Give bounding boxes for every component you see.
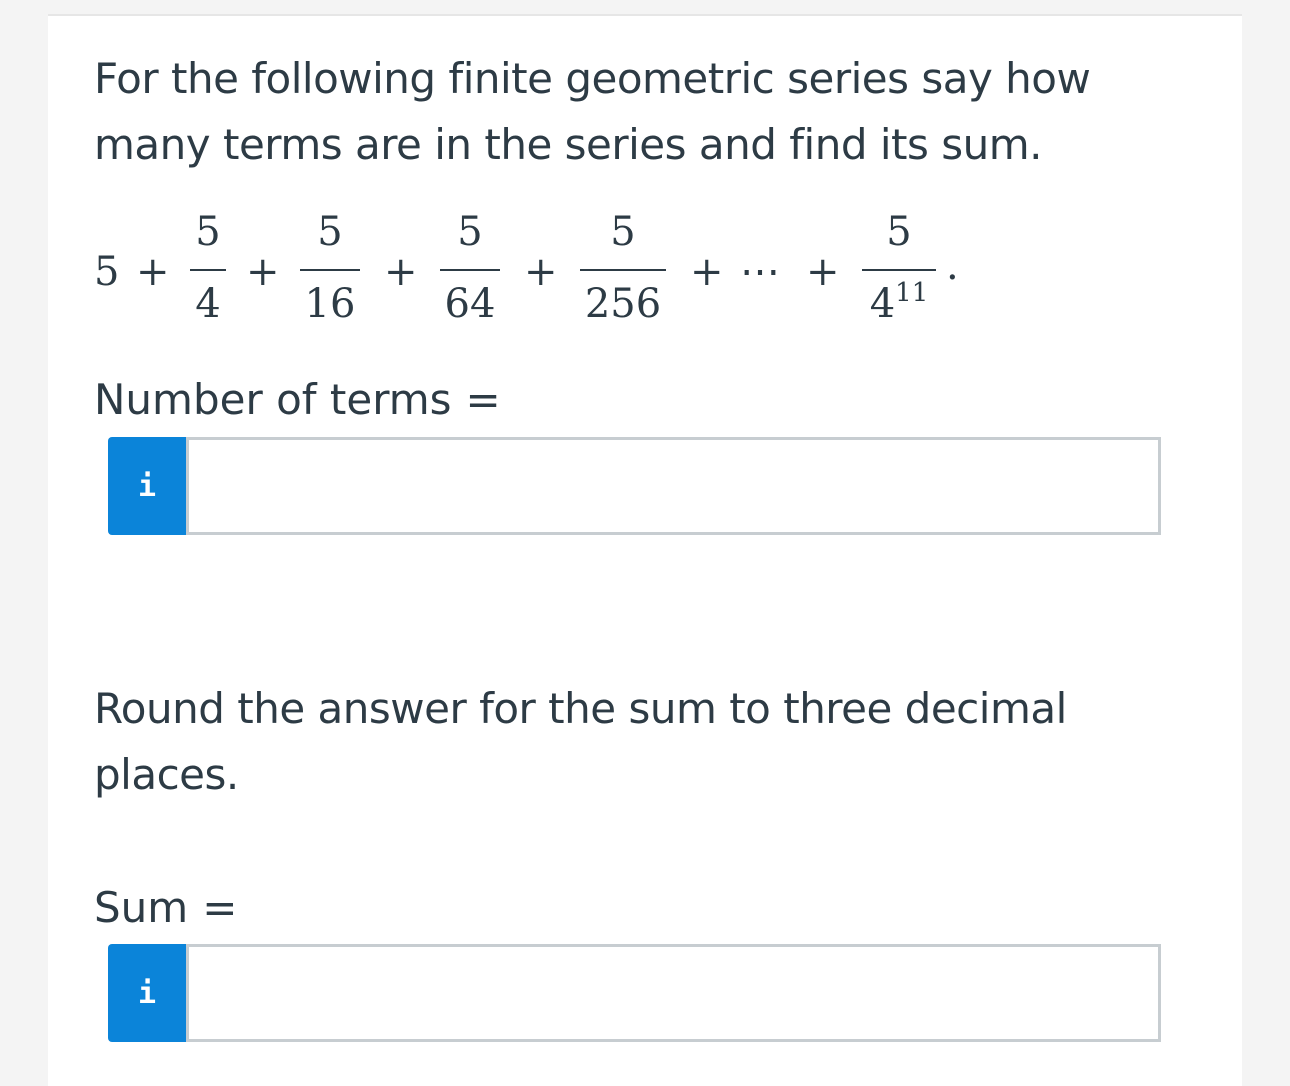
info-button[interactable]: i (108, 437, 186, 535)
plus-sign: + (524, 249, 558, 295)
series-expression: 5 + 5 4 + 5 16 + 5 64 + 5 256 + ⋯ + 5 41… (94, 206, 994, 336)
fraction-term: 5 4 (190, 206, 226, 336)
fraction-denominator: 411 (862, 280, 936, 327)
fraction-term: 5 64 (440, 206, 500, 336)
ellipsis: ⋯ (740, 249, 780, 295)
fraction-bar (862, 269, 936, 271)
fraction-term: 5 16 (300, 206, 360, 336)
sum-input[interactable] (186, 944, 1161, 1042)
plus-sign: + (246, 249, 280, 295)
equals-sign: = (202, 883, 238, 932)
plus-sign: + (806, 249, 840, 295)
fraction-denominator: 4 (195, 281, 221, 327)
fraction-term: 5 256 (580, 206, 666, 336)
fraction-denominator: 64 (444, 281, 496, 327)
terms-input[interactable] (186, 437, 1161, 535)
sum-answer-row: i (108, 944, 1161, 1042)
fraction-numerator: 5 (886, 209, 912, 255)
fraction-bar (580, 269, 666, 271)
fraction-bar (440, 269, 500, 271)
terms-label-text: Number of terms (94, 375, 452, 424)
info-button[interactable]: i (108, 944, 186, 1042)
plus-sign: + (690, 249, 724, 295)
terms-answer-row: i (108, 437, 1161, 535)
period: . (946, 243, 959, 289)
plus-sign: + (384, 249, 418, 295)
fraction-term: 5 411 (862, 206, 936, 336)
fraction-denominator: 16 (304, 281, 356, 327)
lead-term: 5 (94, 249, 120, 295)
fraction-numerator: 5 (457, 209, 483, 255)
fraction-numerator: 5 (195, 209, 221, 255)
info-icon: i (137, 975, 157, 1011)
sum-label-text: Sum (94, 883, 189, 932)
plus-sign: + (136, 249, 170, 295)
fraction-numerator: 5 (317, 209, 343, 255)
info-icon: i (137, 468, 157, 504)
fraction-bar (190, 269, 226, 271)
question-prompt: For the following finite geometric serie… (94, 54, 1091, 169)
fraction-numerator: 5 (610, 209, 636, 255)
rounding-note: Round the answer for the sum to three de… (94, 684, 1067, 799)
terms-label: Number of terms = (94, 372, 501, 428)
fraction-bar (300, 269, 360, 271)
denominator-base: 4 (869, 281, 896, 327)
equals-sign: = (465, 375, 501, 424)
sum-label: Sum = (94, 880, 237, 936)
fraction-denominator: 256 (584, 281, 662, 327)
denominator-exponent: 11 (895, 278, 929, 308)
